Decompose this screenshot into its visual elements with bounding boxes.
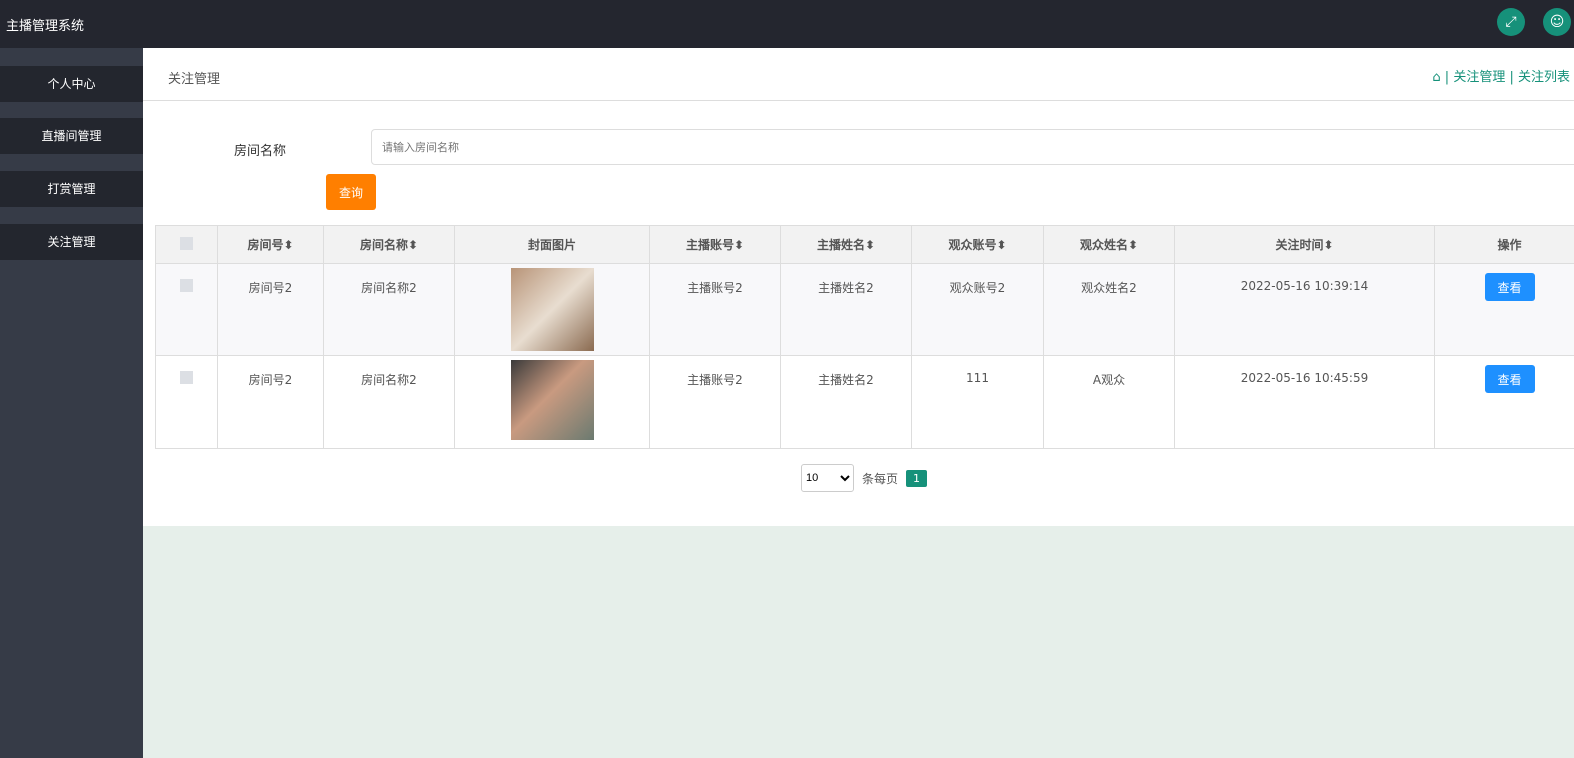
view-button[interactable]: 查看: [1484, 365, 1535, 393]
table-row: 房间号2 房间名称2 主播账号2 主播姓名2 111 A观众 2022-05-1…: [155, 355, 1574, 449]
home-icon[interactable]: ⌂: [1432, 70, 1440, 85]
cover-image: [510, 268, 594, 351]
view-button[interactable]: 查看: [1484, 273, 1535, 301]
search-button[interactable]: 查询: [326, 174, 376, 210]
page-number[interactable]: 1: [906, 469, 928, 487]
col-cover: 封面图片: [454, 225, 650, 264]
col-anchor-account[interactable]: 主播账号⬍: [649, 225, 781, 264]
sidebar-item-follow[interactable]: 关注管理: [0, 224, 143, 260]
page-header: 关注管理 ⌂ | 关注管理 | 关注列表: [143, 48, 1574, 101]
cell-viewer-name: A观众: [1043, 355, 1175, 449]
room-name-input[interactable]: [371, 129, 1574, 165]
search-label: 房间名称: [234, 144, 287, 159]
cover-image: [510, 360, 594, 440]
cell-room-no: 房间号2: [217, 355, 324, 449]
page-size-select[interactable]: 10: [801, 464, 854, 492]
pagination: 10 条每页 1: [801, 464, 928, 492]
cell-anchor-name: 主播姓名2: [780, 263, 912, 356]
cell-anchor-name: 主播姓名2: [780, 355, 912, 449]
col-time[interactable]: 关注时间⬍: [1174, 225, 1435, 264]
sidebar-item-reward[interactable]: 打赏管理: [0, 171, 143, 207]
col-room-no[interactable]: 房间号⬍: [217, 225, 324, 264]
select-all-checkbox[interactable]: [180, 236, 193, 250]
cell-time: 2022-05-16 10:45:59: [1174, 355, 1435, 449]
col-room-name[interactable]: 房间名称⬍: [323, 225, 455, 264]
per-page-label: 条每页: [862, 471, 899, 486]
cell-anchor-account: 主播账号2: [649, 263, 781, 356]
top-bar: 主播管理系统 ⤢ ☺: [0, 0, 1574, 48]
main-panel: 关注管理 ⌂ | 关注管理 | 关注列表 房间名称 查询 房间号⬍ 房间名称⬍ …: [143, 48, 1574, 526]
breadcrumb-item: 关注列表: [1517, 70, 1570, 85]
cell-room-no: 房间号2: [217, 263, 324, 356]
row-checkbox[interactable]: [180, 279, 193, 292]
follow-table: 房间号⬍ 房间名称⬍ 封面图片 主播账号⬍ 主播姓名⬍ 观众账号⬍ 观众姓名⬍ …: [155, 225, 1574, 449]
cell-room-name: 房间名称2: [323, 355, 455, 449]
fullscreen-icon[interactable]: ⤢: [1497, 8, 1525, 36]
sidebar-item-live-room[interactable]: 直播间管理: [0, 118, 143, 154]
cell-viewer-account: 111: [911, 355, 1044, 449]
table-row: 房间号2 房间名称2 主播账号2 主播姓名2 观众账号2 观众姓名2 2022-…: [155, 263, 1574, 356]
cell-viewer-account: 观众账号2: [911, 263, 1044, 356]
table-header: 房间号⬍ 房间名称⬍ 封面图片 主播账号⬍ 主播姓名⬍ 观众账号⬍ 观众姓名⬍ …: [155, 225, 1574, 264]
user-icon[interactable]: ☺: [1543, 8, 1571, 36]
cell-time: 2022-05-16 10:39:14: [1174, 263, 1435, 356]
app-title: 主播管理系统: [6, 19, 85, 34]
col-viewer-account[interactable]: 观众账号⬍: [911, 225, 1044, 264]
col-action: 操作: [1434, 225, 1574, 264]
sidebar: 个人中心 直播间管理 打赏管理 关注管理: [0, 48, 143, 758]
sidebar-item-personal-center[interactable]: 个人中心: [0, 66, 143, 102]
cell-room-name: 房间名称2: [323, 263, 455, 356]
col-viewer-name[interactable]: 观众姓名⬍: [1043, 225, 1175, 264]
col-anchor-name[interactable]: 主播姓名⬍: [780, 225, 912, 264]
breadcrumb: ⌂ | 关注管理 | 关注列表: [1432, 70, 1570, 85]
breadcrumb-item[interactable]: 关注管理: [1453, 70, 1505, 85]
row-checkbox[interactable]: [180, 371, 193, 384]
cell-viewer-name: 观众姓名2: [1043, 263, 1175, 356]
page-title: 关注管理: [168, 72, 221, 87]
cell-anchor-account: 主播账号2: [649, 355, 781, 449]
